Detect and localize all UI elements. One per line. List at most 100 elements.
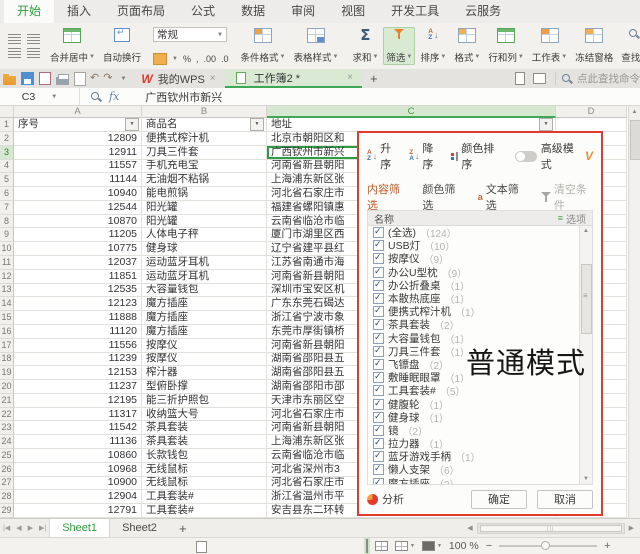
macro-record-icon[interactable] xyxy=(196,541,207,553)
chevron-down-icon[interactable]: ▼ xyxy=(51,94,57,100)
filter-list-item[interactable]: 按摩仪 （9） xyxy=(368,252,579,266)
column-header-b[interactable]: B xyxy=(142,106,267,118)
filter-list-item[interactable]: 工具套装# （5） xyxy=(368,384,579,398)
row-number[interactable]: 16 xyxy=(0,324,14,339)
cell-product[interactable]: 按摩仪 xyxy=(142,338,267,353)
horizontal-scrollbar[interactable]: ◀ ||| ▶ xyxy=(463,519,640,537)
cell-product[interactable]: 阳光罐 xyxy=(142,200,267,215)
horizontal-scroll-thumb[interactable]: ||| xyxy=(479,524,622,532)
row-number[interactable]: 28 xyxy=(0,490,14,505)
column-header-d[interactable]: D xyxy=(556,106,627,118)
cell-product[interactable]: 手机充电宝 xyxy=(142,159,267,174)
menu-tab-developer[interactable]: 开发工具 xyxy=(378,0,452,23)
checkbox-checked-icon[interactable] xyxy=(373,279,384,291)
row-number[interactable]: 5 xyxy=(0,173,14,188)
cell-product[interactable]: 工具套装# xyxy=(142,504,267,518)
cell-serial[interactable]: 11851 xyxy=(14,269,142,284)
cell-product[interactable]: 按摩仪 xyxy=(142,352,267,367)
analyze-button[interactable]: 分析 xyxy=(367,491,404,507)
cell-product[interactable]: 长款钱包 xyxy=(142,448,267,463)
row-number[interactable]: 8 xyxy=(0,214,14,229)
cell-product[interactable]: 人体电子秤 xyxy=(142,228,267,243)
filter-dropdown-icon[interactable]: ▼ xyxy=(250,118,264,131)
checkbox-checked-icon[interactable] xyxy=(373,477,384,484)
cell-product[interactable]: 茶具套装 xyxy=(142,421,267,436)
cell-serial[interactable]: 12123 xyxy=(14,297,142,312)
checkbox-checked-icon[interactable] xyxy=(373,305,384,318)
checkbox-checked-icon[interactable] xyxy=(373,398,384,410)
checkbox-checked-icon[interactable] xyxy=(373,226,384,239)
row-number[interactable]: 9 xyxy=(0,228,14,243)
increase-indent-icon[interactable] xyxy=(27,34,40,44)
filter-list-item[interactable]: 魔方插座 （3） xyxy=(368,477,579,484)
cell-product[interactable]: 能电煎锅 xyxy=(142,187,267,201)
row-number[interactable]: 12 xyxy=(0,269,14,284)
prev-sheet-icon[interactable]: ◀ xyxy=(13,524,24,532)
checkbox-checked-icon[interactable] xyxy=(373,345,384,357)
row-number[interactable]: 7 xyxy=(0,200,14,215)
checkbox-checked-icon[interactable] xyxy=(373,358,384,370)
filter-list-item[interactable]: 懒人支架 （6） xyxy=(368,463,579,477)
filter-list-item[interactable]: 蓝牙游戏手柄 （1） xyxy=(368,450,579,464)
select-all-corner[interactable] xyxy=(0,106,14,118)
row-number[interactable]: 21 xyxy=(0,393,14,408)
number-format-select[interactable]: 常规 ▼ xyxy=(152,27,227,42)
print-icon[interactable] xyxy=(55,73,69,85)
cell-serial[interactable]: 11136 xyxy=(14,435,142,449)
sort-ascending[interactable]: A Z ↓ 升序 xyxy=(367,140,399,172)
cell-empty[interactable] xyxy=(556,118,627,132)
row-number[interactable]: 6 xyxy=(0,187,14,201)
fx-icon[interactable]: fx xyxy=(109,90,119,103)
checkbox-checked-icon[interactable] xyxy=(373,384,384,397)
cell-serial[interactable]: 11542 xyxy=(14,421,142,436)
zoom-in-button[interactable]: + xyxy=(604,540,610,552)
filter-list-item[interactable]: 便携式榨汁机 （1） xyxy=(368,305,579,319)
row-number[interactable]: 13 xyxy=(0,283,14,298)
cell-serial[interactable]: 11888 xyxy=(14,311,142,325)
checkbox-checked-icon[interactable] xyxy=(373,450,384,463)
cell-serial[interactable]: 10940 xyxy=(14,187,142,201)
row-number[interactable]: 4 xyxy=(0,159,14,174)
cell-serial[interactable]: 10870 xyxy=(14,214,142,229)
column-header-c[interactable]: C xyxy=(267,106,556,118)
filter-list-item[interactable]: 镜 （2） xyxy=(368,424,579,438)
table-style-button[interactable]: 表格样式 ▼ xyxy=(290,27,341,65)
row-number[interactable]: 10 xyxy=(0,242,14,257)
page-break-view-icon[interactable] xyxy=(375,541,388,551)
add-sheet-button[interactable]: + xyxy=(169,521,197,536)
currency-format-icon[interactable] xyxy=(152,53,167,65)
vertical-scrollbar[interactable]: ▲ xyxy=(628,106,640,518)
row-number[interactable]: 19 xyxy=(0,366,14,381)
decrease-indent-icon[interactable] xyxy=(8,34,21,44)
filter-list-item[interactable]: USB灯 （10） xyxy=(368,239,579,253)
checkbox-checked-icon[interactable] xyxy=(373,332,384,344)
cell-serial[interactable]: 11556 xyxy=(14,338,142,353)
format-button[interactable]: 格式 ▼ xyxy=(451,27,483,65)
row-number[interactable]: 18 xyxy=(0,352,14,367)
header-cell-serial[interactable]: 序号 ▼ xyxy=(14,118,142,132)
cell-product[interactable]: 运动蓝牙耳机 xyxy=(142,256,267,270)
row-number[interactable]: 26 xyxy=(0,462,14,477)
cell-product[interactable]: 魔方插座 xyxy=(142,311,267,325)
cell-product[interactable]: 无线鼠标 xyxy=(142,462,267,477)
comma-format-icon[interactable]: , xyxy=(196,54,199,64)
formula-value[interactable]: 广西钦州市新兴 xyxy=(129,89,222,105)
menu-tab-data[interactable]: 数据 xyxy=(228,0,278,23)
cell-product[interactable]: 魔方插座 xyxy=(142,297,267,312)
menu-tab-cloud[interactable]: 云服务 xyxy=(452,0,514,23)
cell-serial[interactable]: 12195 xyxy=(14,393,142,408)
cell-product[interactable]: 大容量钱包 xyxy=(142,283,267,298)
row-number[interactable]: 15 xyxy=(0,311,14,325)
vertical-scroll-thumb[interactable] xyxy=(630,120,640,160)
workbook-tab[interactable]: 工作簿2 * × xyxy=(224,69,362,88)
cell-product[interactable]: 运动蓝牙耳机 xyxy=(142,269,267,284)
row-number[interactable]: 29 xyxy=(0,504,14,518)
menu-tab-home[interactable]: 开始 xyxy=(4,0,55,23)
sort-descending[interactable]: Z A ↓ 降序 xyxy=(409,140,441,172)
row-number[interactable]: 11 xyxy=(0,256,14,270)
cell-product[interactable]: 能三折护照包 xyxy=(142,393,267,408)
zoom-out-button[interactable]: − xyxy=(486,540,492,552)
checkbox-checked-icon[interactable] xyxy=(373,371,384,384)
cell-product[interactable]: 健身球 xyxy=(142,242,267,257)
page-layout-view-button[interactable]: ▼ xyxy=(395,541,415,551)
